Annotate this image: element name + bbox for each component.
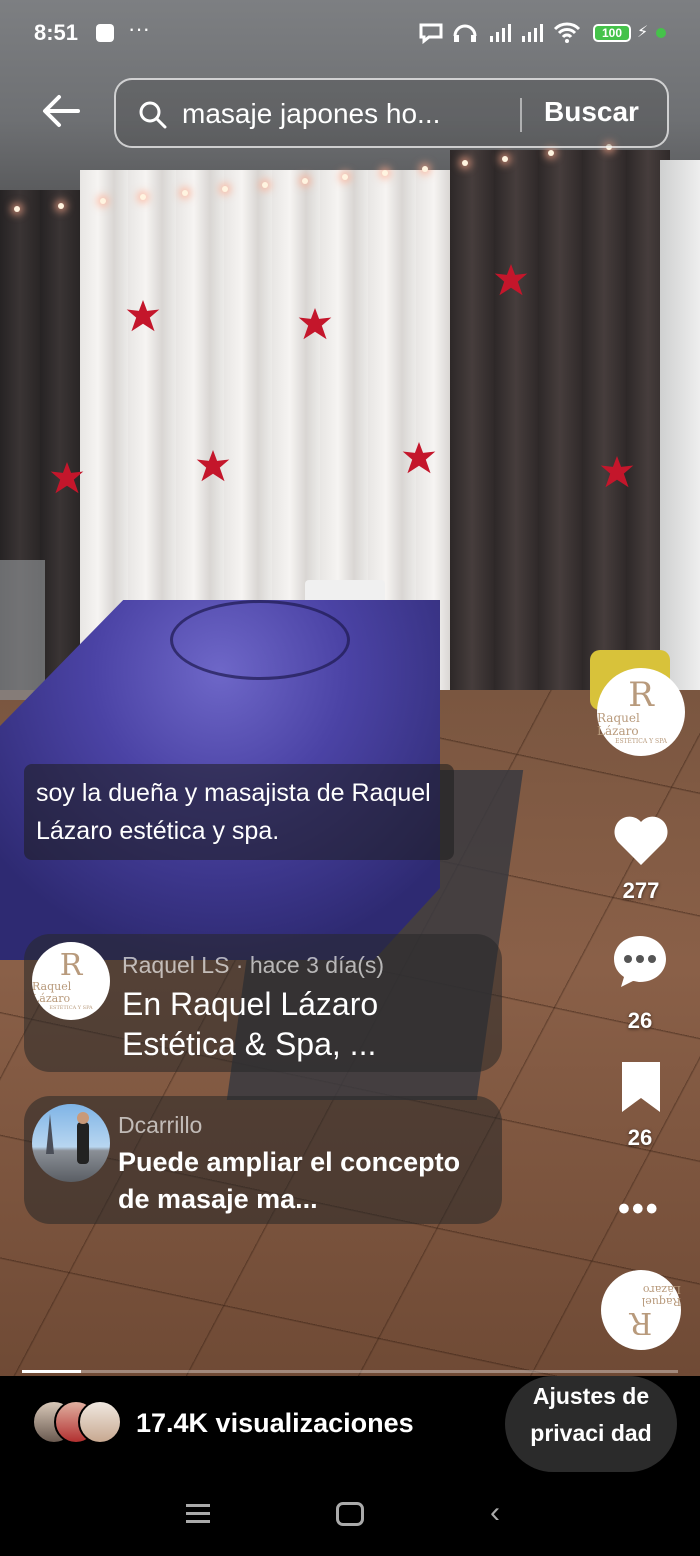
table-cover-pattern	[170, 600, 350, 680]
search-button[interactable]: Buscar	[544, 96, 639, 128]
sound-avatar[interactable]: R Raquel Lázaro	[601, 1270, 681, 1350]
creator-avatar[interactable]: R Raquel Lázaro ESTÉTICA Y SPA	[597, 668, 685, 756]
like-count: 277	[622, 878, 660, 903]
phone-icon	[96, 24, 114, 42]
string-light	[222, 186, 228, 192]
chat-icon	[419, 23, 443, 44]
comment-avatar-text: Raquel Lázaro	[32, 979, 72, 1005]
comment-avatar-subtext: ESTÉTICA Y SPA	[49, 1004, 93, 1011]
video-progress-bar[interactable]	[22, 1370, 678, 1373]
battery-icon: 100	[593, 24, 631, 42]
back-icon[interactable]: ‹	[490, 1496, 500, 1530]
string-light	[548, 150, 554, 156]
comment-avatar[interactable]: R Raquel Lázaro ESTÉTICA Y SPA	[32, 942, 110, 1020]
home-icon[interactable]	[336, 1502, 364, 1526]
bottom-bar: 17.4K visualizaciones Ajustes de privaci…	[0, 1376, 700, 1476]
signal-icon	[490, 24, 511, 42]
more-options-icon[interactable]: •••	[618, 1190, 660, 1229]
system-nav-bar: ‹	[0, 1476, 700, 1556]
string-light	[422, 166, 428, 172]
search-divider	[520, 98, 522, 132]
video-caption[interactable]: soy la dueña y masajista de Raquel Lázar…	[24, 764, 454, 860]
creator-logo-mark: R	[628, 675, 654, 715]
status-bar: 8:51 ··· 100 ⚡	[0, 0, 700, 66]
comment-author: Raquel LS · hace 3 día(s)	[122, 952, 385, 978]
sound-logo-mark: R	[629, 1305, 653, 1340]
string-light	[14, 206, 20, 212]
search-bar[interactable]: masaje japones ho... Buscar	[114, 78, 669, 148]
view-count[interactable]: 17.4K visualizaciones	[136, 1408, 414, 1439]
string-light	[342, 174, 348, 180]
string-light	[100, 198, 106, 204]
string-light	[58, 203, 64, 209]
string-light	[262, 182, 268, 188]
comment-avatar-mark: R	[59, 947, 83, 983]
back-arrow-icon[interactable]	[38, 88, 84, 134]
signal-icon	[522, 24, 543, 42]
string-light	[502, 156, 508, 162]
status-dot	[656, 28, 666, 38]
comment-icon[interactable]	[611, 932, 669, 990]
sound-logo-text: Raquel Lázaro	[641, 1283, 681, 1308]
like-icon[interactable]	[612, 812, 670, 870]
search-icon	[139, 101, 167, 129]
more-icon: ···	[128, 16, 150, 41]
creator-logo-subtext: ESTÉTICA Y SPA	[615, 738, 667, 745]
recent-apps-icon[interactable]	[186, 1504, 210, 1524]
save-count: 26	[627, 1125, 653, 1150]
comment-avatar[interactable]	[32, 1104, 110, 1182]
video-progress-fill	[22, 1370, 82, 1373]
string-light	[382, 170, 388, 176]
comment-preview[interactable]: R Raquel Lázaro ESTÉTICA Y SPA Raquel LS…	[24, 934, 502, 1072]
string-light	[462, 160, 468, 166]
privacy-settings-button[interactable]: Ajustes de privaci dad	[505, 1376, 677, 1472]
creator-logo-text: Raquel Lázaro	[597, 711, 640, 738]
charging-icon: ⚡	[637, 24, 649, 41]
wall	[660, 160, 700, 720]
comment-text: En Raquel Lázaro Estética & Spa, ...	[122, 986, 379, 1062]
comment-text: Puede ampliar el concepto de masaje ma..…	[118, 1147, 461, 1214]
eiffel-tower-photo	[46, 1112, 89, 1164]
shelf	[0, 560, 45, 700]
dark-curtain-right	[450, 150, 670, 710]
comment-preview[interactable]: Dcarrillo Puede ampliar el concepto de m…	[24, 1096, 502, 1224]
string-light	[302, 178, 308, 184]
string-light	[140, 194, 146, 200]
wifi-icon	[553, 22, 581, 43]
viewer-avatar	[78, 1400, 122, 1444]
headset-icon	[453, 24, 477, 42]
bookmark-icon[interactable]	[620, 1060, 662, 1114]
string-light	[182, 190, 188, 196]
status-time: 8:51	[34, 20, 79, 45]
search-query[interactable]: masaje japones ho...	[182, 98, 512, 130]
viewer-avatars	[32, 1400, 127, 1446]
comment-count: 26	[627, 1008, 653, 1033]
comment-author: Dcarrillo	[118, 1112, 203, 1138]
